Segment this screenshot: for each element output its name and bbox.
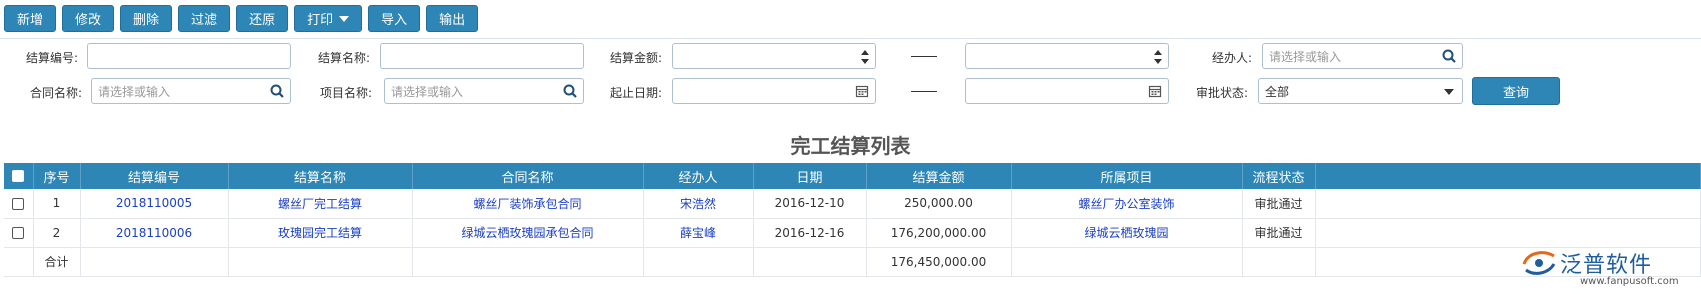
edit-button[interactable]: 修改	[62, 5, 115, 32]
row-contract-link[interactable]: 螺丝厂装饰承包合同	[412, 189, 644, 219]
col-empty	[1315, 163, 1701, 189]
contract-input[interactable]: 请选择或输入	[91, 78, 291, 104]
contract-placeholder: 请选择或输入	[98, 84, 171, 99]
chevron-down-icon[interactable]	[1444, 89, 1454, 95]
row-project-link[interactable]: 螺丝厂办公室装饰	[1011, 189, 1243, 219]
table-header-row: 序号 结算编号 结算名称 合同名称 经办人 日期 结算金额 所属项目 流程状态	[4, 163, 1701, 189]
handler-label: 经办人:	[1211, 51, 1252, 65]
end-date-input[interactable]	[965, 78, 1169, 104]
brand-logo: 泛普软件 www.fanpusoft.com	[1520, 246, 1696, 292]
row-handler-link[interactable]: 薛宝峰	[643, 218, 754, 248]
divider	[0, 38, 1701, 39]
table-row[interactable]: 2 2018110006 玫瑰园完工结算 绿城云栖玫瑰园承包合同 薛宝峰 201…	[4, 218, 1701, 248]
col-name[interactable]: 结算名称	[228, 163, 413, 189]
row-amount: 176,200,000.00	[866, 218, 1012, 248]
col-date[interactable]: 日期	[753, 163, 867, 189]
row-no: 2	[33, 218, 81, 248]
settle-name-input[interactable]	[380, 43, 584, 69]
logo-url: www.fanpusoft.com	[1580, 276, 1679, 287]
project-placeholder: 请选择或输入	[391, 84, 464, 99]
filter-button[interactable]: 过滤	[178, 5, 231, 32]
settlement-table: 序号 结算编号 结算名称 合同名称 经办人 日期 结算金额 所属项目 流程状态 …	[4, 163, 1701, 277]
col-contract[interactable]: 合同名称	[412, 163, 644, 189]
row-no: 1	[33, 189, 81, 219]
row-project-link[interactable]: 绿城云栖玫瑰园	[1011, 218, 1243, 248]
project-input[interactable]: 请选择或输入	[384, 78, 584, 104]
col-amount[interactable]: 结算金额	[866, 163, 1012, 189]
row-status: 审批通过	[1242, 218, 1316, 248]
calendar-icon[interactable]	[855, 84, 869, 98]
row-date: 2016-12-10	[753, 189, 867, 219]
settle-name-label: 结算名称:	[317, 51, 370, 65]
col-code[interactable]: 结算编号	[80, 163, 229, 189]
settle-no-label: 结算编号:	[25, 51, 78, 65]
amount-max-input[interactable]	[965, 43, 1169, 69]
handler-placeholder: 请选择或输入	[1269, 49, 1342, 64]
add-button[interactable]: 新增	[4, 5, 57, 32]
handler-input[interactable]: 请选择或输入	[1262, 43, 1463, 69]
table-row[interactable]: 1 2018110005 螺丝厂完工结算 螺丝厂装饰承包合同 宋浩然 2016-…	[4, 189, 1701, 219]
approval-value: 全部	[1265, 84, 1290, 99]
range-dash	[911, 56, 937, 57]
col-status[interactable]: 流程状态	[1242, 163, 1316, 189]
print-label: 打印	[307, 13, 334, 28]
toolbar: 新增 修改 删除 过滤 还原 打印 导入 输出	[4, 5, 479, 32]
approval-label: 审批状态:	[1195, 86, 1248, 100]
query-button[interactable]: 查询	[1472, 77, 1560, 105]
total-amount: 176,450,000.00	[866, 247, 1012, 277]
row-contract-link[interactable]: 绿城云栖玫瑰园承包合同	[412, 218, 644, 248]
contract-label: 合同名称:	[29, 86, 82, 100]
row-date: 2016-12-16	[753, 218, 867, 248]
select-all-cell	[4, 163, 34, 189]
select-all-checkbox[interactable]	[12, 170, 25, 182]
import-button[interactable]: 导入	[368, 5, 421, 32]
caret-down-icon	[339, 15, 350, 22]
row-code-link[interactable]: 2018110005	[80, 189, 229, 219]
spinner-icon[interactable]	[1154, 48, 1162, 66]
amount-min-input[interactable]	[672, 43, 876, 69]
export-button[interactable]: 输出	[426, 5, 479, 32]
calendar-icon[interactable]	[1148, 84, 1162, 98]
start-date-input[interactable]	[672, 78, 876, 104]
total-row: 合计 176,450,000.00	[4, 247, 1701, 277]
page-title: 完工结算列表	[790, 134, 911, 158]
search-icon[interactable]	[563, 84, 577, 98]
approval-select[interactable]: 全部	[1258, 78, 1463, 104]
settle-amount-label: 结算金额:	[609, 51, 662, 65]
logo-mark-icon	[1522, 251, 1556, 275]
total-label: 合计	[33, 247, 81, 277]
row-handler-link[interactable]: 宋浩然	[643, 189, 754, 219]
row-checkbox[interactable]	[12, 197, 25, 210]
settle-no-input[interactable]	[87, 43, 291, 69]
row-name-link[interactable]: 玫瑰园完工结算	[228, 218, 413, 248]
date-range-label: 起止日期:	[609, 86, 662, 100]
delete-button[interactable]: 删除	[120, 5, 173, 32]
search-icon[interactable]	[270, 84, 284, 98]
row-code-link[interactable]: 2018110006	[80, 218, 229, 248]
spinner-icon[interactable]	[861, 48, 869, 66]
row-checkbox[interactable]	[12, 227, 25, 239]
row-amount: 250,000.00	[866, 189, 1012, 219]
range-dash	[911, 91, 937, 92]
col-no[interactable]: 序号	[33, 163, 81, 189]
search-icon[interactable]	[1442, 49, 1456, 63]
print-button[interactable]: 打印	[294, 5, 363, 32]
project-label: 项目名称:	[319, 86, 372, 100]
col-handler[interactable]: 经办人	[643, 163, 754, 189]
row-name-link[interactable]: 螺丝厂完工结算	[228, 189, 413, 219]
restore-button[interactable]: 还原	[236, 5, 289, 32]
logo-name: 泛普软件	[1560, 253, 1653, 278]
col-project[interactable]: 所属项目	[1011, 163, 1243, 189]
row-status: 审批通过	[1242, 189, 1316, 219]
